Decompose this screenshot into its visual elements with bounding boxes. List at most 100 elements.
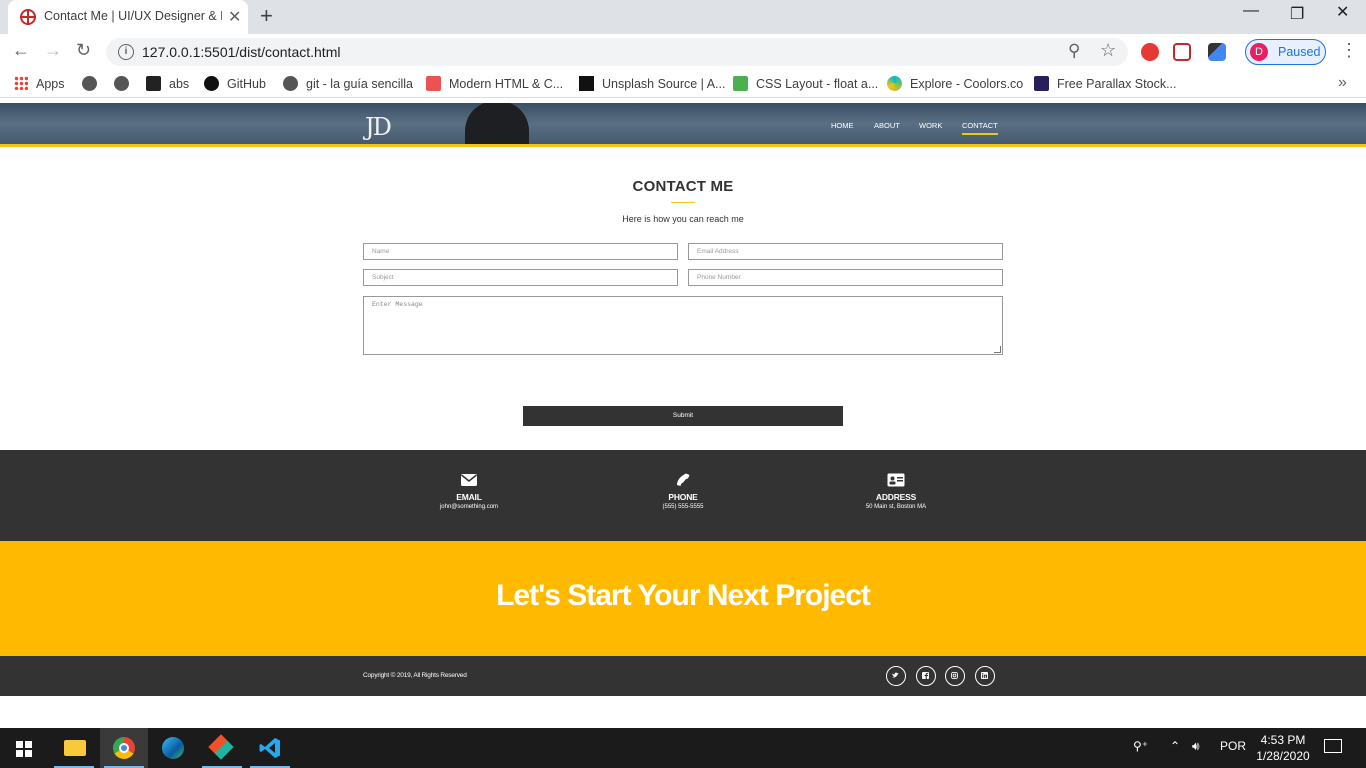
bookmark-abs[interactable]: abs <box>146 76 189 91</box>
udemy-icon <box>426 76 441 91</box>
abs-icon <box>146 76 161 91</box>
info-label: ADDRESS <box>875 492 917 502</box>
info-label: PHONE <box>668 492 698 502</box>
eyedropper-extension-icon[interactable] <box>1208 43 1226 61</box>
bookmarks-bar: Apps abs GitHub git - la guía sencilla M… <box>0 70 1366 98</box>
bookmark-apps[interactable]: Apps <box>14 76 65 91</box>
info-value: (555) 555-5555 <box>662 504 704 510</box>
notification-center-icon[interactable] <box>1324 739 1342 753</box>
bookmarks-overflow-icon[interactable]: » <box>1338 74 1347 92</box>
tab-title: Contact Me | UI/UX Designer & F <box>44 9 222 23</box>
bookmark-git-guide[interactable]: git - la guía sencilla <box>283 76 413 91</box>
edge-taskbar-button[interactable] <box>149 728 197 768</box>
close-tab-icon[interactable]: ✕ <box>228 7 241 27</box>
hero-header: JD Home About Work Contact <box>0 103 1366 147</box>
more-menu-icon[interactable]: ⋮ <box>1340 40 1358 61</box>
cta-heading: Let's Start Your Next Project <box>496 579 871 612</box>
subject-field[interactable]: Subject <box>363 269 678 286</box>
vecteezy-icon <box>1034 76 1049 91</box>
adblock-extension-icon[interactable] <box>1141 43 1159 61</box>
twitter-icon <box>892 672 899 678</box>
site-logo[interactable]: JD <box>365 113 392 141</box>
phone-field[interactable]: Phone Number <box>688 269 1003 286</box>
twitter-link[interactable] <box>886 666 906 686</box>
git-icon <box>208 734 234 760</box>
zoom-icon[interactable]: ⚲ <box>1068 41 1080 61</box>
address-bar[interactable]: i 127.0.0.1:5501/dist/contact.html ⚲ ☆ <box>106 38 1128 66</box>
people-icon[interactable]: ⚲⁺ <box>1133 739 1148 753</box>
language-indicator[interactable]: POR <box>1220 739 1246 753</box>
forward-icon[interactable]: → <box>44 40 62 61</box>
address-card-icon <box>887 473 905 487</box>
info-icon[interactable]: i <box>118 44 134 60</box>
nav-contact[interactable]: Contact <box>962 121 998 135</box>
url-text[interactable]: 127.0.0.1:5501/dist/contact.html <box>142 44 340 60</box>
hero-person-image <box>465 103 529 144</box>
info-value: 50 Main st, Boston MA <box>865 504 927 510</box>
new-tab-button[interactable]: + <box>260 3 273 29</box>
instagram-icon <box>951 672 958 679</box>
system-clock[interactable]: 4:53 PM 1/28/2020 <box>1248 732 1318 764</box>
name-field[interactable]: Name <box>363 243 678 260</box>
profile-status: Paused <box>1278 45 1321 59</box>
volume-icon[interactable]: 🔊︎ <box>1192 739 1200 754</box>
message-textarea[interactable]: Enter Message <box>363 296 1003 355</box>
coolors-icon <box>887 76 902 91</box>
bookmark-github[interactable]: GitHub <box>204 76 266 91</box>
site-footer: Copyright © 2019, All Rights Reserved <box>0 656 1366 696</box>
bookmark-parallax[interactable]: Free Parallax Stock... <box>1034 76 1177 91</box>
vscode-taskbar-button[interactable] <box>246 728 294 768</box>
browser-toolbar: ← → ↻ i 127.0.0.1:5501/dist/contact.html… <box>0 34 1366 70</box>
bookmark-coolors[interactable]: Explore - Coolors.co <box>887 76 1023 91</box>
back-icon[interactable]: ← <box>12 40 30 61</box>
facebook-link[interactable] <box>916 666 936 686</box>
gitkraken-taskbar-button[interactable] <box>198 728 246 768</box>
pocket-extension-icon[interactable] <box>1173 43 1191 61</box>
bookmark-star-icon[interactable]: ☆ <box>1100 40 1116 61</box>
bookmark-globe-1[interactable] <box>82 76 105 91</box>
email-field[interactable]: Email Address <box>688 243 1003 260</box>
contact-info-bar: EMAIL john@something.com PHONE (555) 555… <box>0 450 1366 541</box>
facebook-icon <box>922 672 929 679</box>
bookmark-globe-2[interactable] <box>114 76 137 91</box>
info-phone: PHONE (555) 555-5555 <box>613 473 753 510</box>
w3schools-icon <box>733 76 748 91</box>
file-explorer-taskbar-button[interactable] <box>50 728 98 768</box>
chevron-up-icon[interactable]: ⌃ <box>1170 739 1180 753</box>
vscode-icon <box>259 738 280 758</box>
windows-start-icon[interactable] <box>16 741 32 757</box>
edge-icon <box>162 737 184 759</box>
chrome-taskbar-button[interactable] <box>100 728 148 768</box>
folder-icon <box>64 740 86 756</box>
apps-grid-icon <box>14 76 28 90</box>
bookmark-unsplash[interactable]: Unsplash Source | A... <box>579 76 725 91</box>
info-label: EMAIL <box>456 492 482 502</box>
profile-button[interactable]: D Paused <box>1245 39 1326 65</box>
nav-about[interactable]: About <box>874 121 900 130</box>
submit-button[interactable]: Submit <box>523 406 843 426</box>
globe-icon <box>82 76 97 91</box>
bookmark-css-layout[interactable]: CSS Layout - float a... <box>733 76 878 91</box>
phone-icon <box>677 473 690 486</box>
bookmark-modern-html[interactable]: Modern HTML & C... <box>426 76 563 91</box>
message-placeholder: Enter Message <box>372 301 423 308</box>
instagram-link[interactable] <box>945 666 965 686</box>
linkedin-link[interactable] <box>975 666 995 686</box>
windows-taskbar: ⚲⁺ ⌃ 🔊︎ POR 4:53 PM 1/28/2020 <box>0 728 1366 768</box>
minimize-icon[interactable]: — <box>1243 2 1259 20</box>
info-email: EMAIL john@something.com <box>399 473 539 510</box>
page-subtitle: Here is how you can reach me <box>622 214 744 224</box>
close-window-icon[interactable]: ✕ <box>1336 2 1349 22</box>
resize-handle-icon[interactable] <box>994 346 1001 353</box>
globe-icon <box>283 76 298 91</box>
browser-tab[interactable]: Contact Me | UI/UX Designer & F ✕ <box>8 0 248 34</box>
globe-icon <box>20 9 36 25</box>
page: JD Home About Work Contact CONTACT ME He… <box>0 103 1366 728</box>
nav-home[interactable]: Home <box>831 121 854 130</box>
clock-date: 1/28/2020 <box>1256 749 1310 763</box>
reload-icon[interactable]: ↻ <box>76 40 91 61</box>
linkedin-icon <box>981 672 988 679</box>
restore-icon[interactable]: ❐ <box>1290 4 1304 24</box>
globe-icon <box>114 76 129 91</box>
nav-work[interactable]: Work <box>919 121 942 130</box>
